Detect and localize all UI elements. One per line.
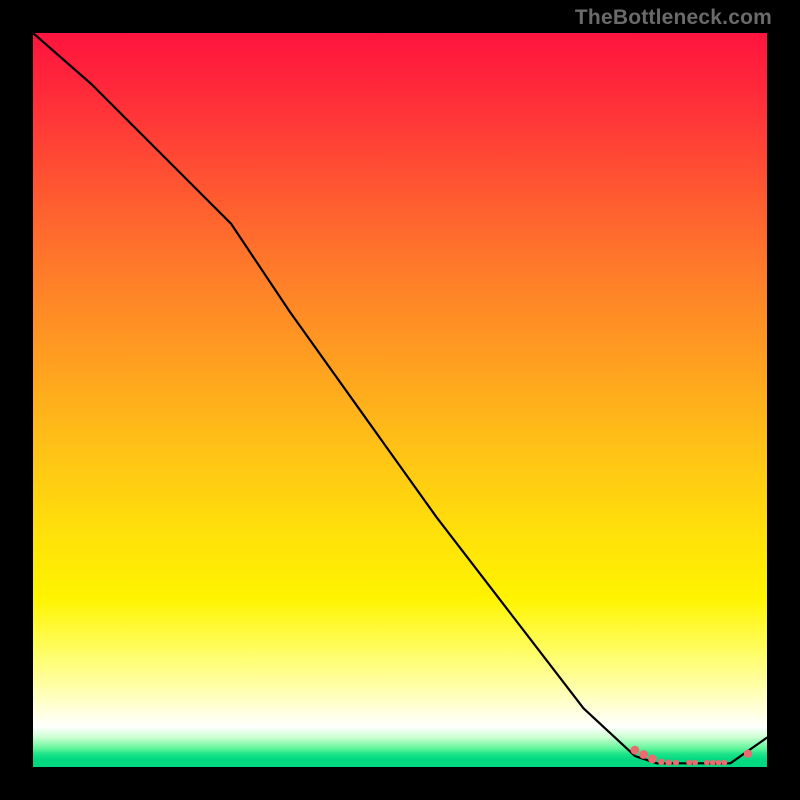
marker-c (648, 755, 657, 764)
data-curve (33, 33, 767, 763)
marker-e (665, 759, 671, 765)
marker-a (630, 746, 639, 755)
marker-g (686, 760, 692, 766)
marker-f (673, 760, 679, 766)
watermark-text: TheBottleneck.com (575, 6, 772, 30)
marker-l (722, 760, 728, 766)
marker-b (639, 750, 648, 759)
chart-container: TheBottleneck.com (0, 0, 800, 800)
chart-svg (33, 33, 767, 767)
marker-k (716, 760, 722, 766)
marker-i (704, 760, 710, 766)
marker-h (692, 760, 698, 766)
marker-d (658, 759, 664, 765)
markers-group (630, 746, 752, 766)
marker-m (744, 750, 752, 758)
marker-j (710, 760, 716, 766)
